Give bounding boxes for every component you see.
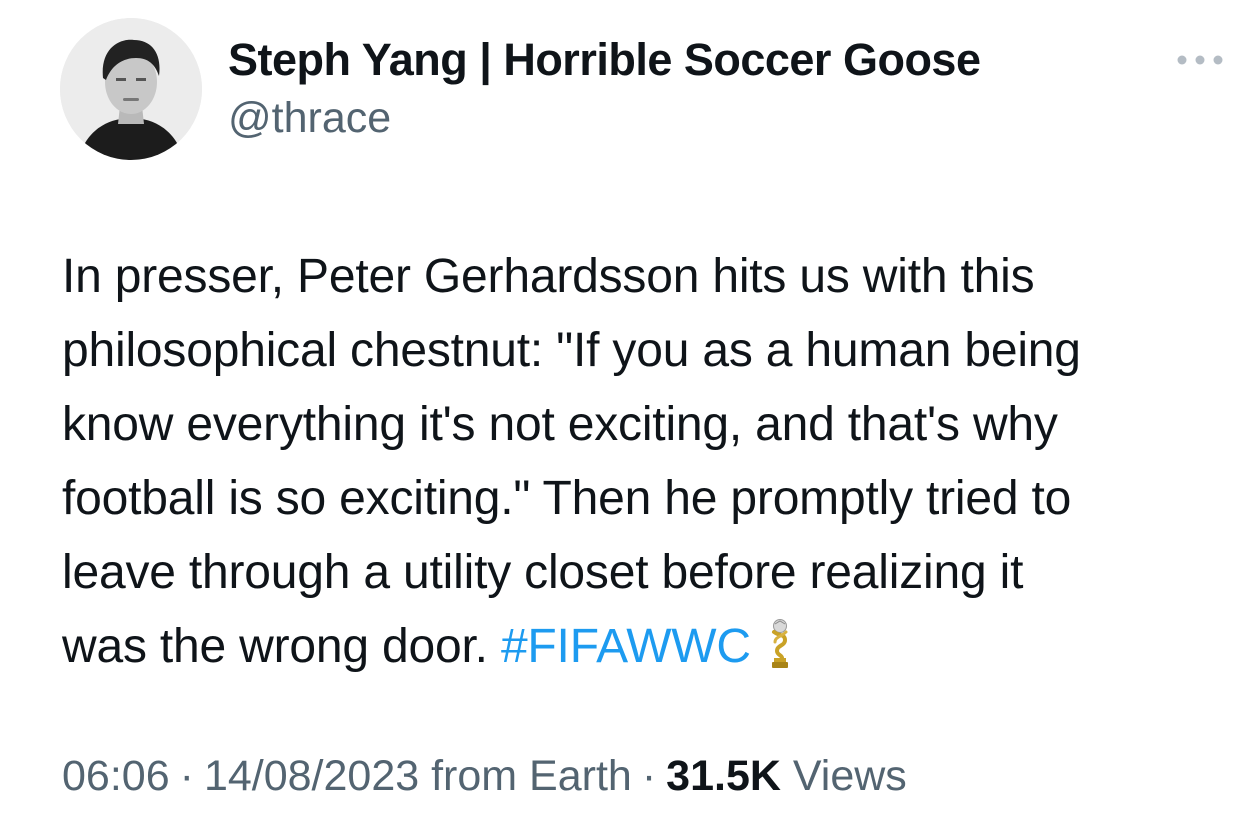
tweet-date[interactable]: 14/08/2023: [204, 752, 419, 800]
tweet-card: Steph Yang | Horrible Soccer Goose @thra…: [0, 0, 1251, 840]
hashtag-link[interactable]: #FIFAWWC: [501, 620, 751, 673]
tweet-text-line: know everything it's not exciting, and t…: [62, 398, 1058, 451]
meta-separator: ·: [179, 752, 194, 800]
tweet-time[interactable]: 06:06: [62, 752, 170, 800]
tweet-text-line: philosophical chestnut: "If you as a hum…: [62, 324, 1081, 377]
author-handle[interactable]: @thrace: [228, 94, 391, 143]
tweet-meta: 06:06 · 14/08/2023 from Earth · 31.5K Views: [62, 752, 907, 801]
trophy-icon: [765, 618, 795, 670]
tweet-text-last-line: was the wrong door. #FIFAWWC: [62, 610, 1237, 684]
more-horizontal-icon: [1177, 55, 1223, 65]
tweet-text-line: leave through a utility closet before re…: [62, 546, 1024, 599]
meta-separator: ·: [641, 752, 657, 800]
avatar[interactable]: [60, 18, 202, 160]
tweet-source: from Earth: [431, 752, 632, 800]
views-label: Views: [792, 752, 907, 800]
more-options-button[interactable]: [1170, 48, 1230, 72]
tweet-text-line: football is so exciting." Then he prompt…: [62, 472, 1072, 525]
tweet-text-line: was the wrong door.: [62, 620, 488, 673]
tweet-text: In presser, Peter Gerhardsson hits us wi…: [62, 240, 1237, 684]
views-count[interactable]: 31.5K: [666, 752, 781, 800]
person-photo-avatar-icon: [60, 18, 202, 160]
author-display-name[interactable]: Steph Yang | Horrible Soccer Goose: [228, 34, 981, 86]
tweet-text-line: In presser, Peter Gerhardsson hits us wi…: [62, 250, 1035, 303]
